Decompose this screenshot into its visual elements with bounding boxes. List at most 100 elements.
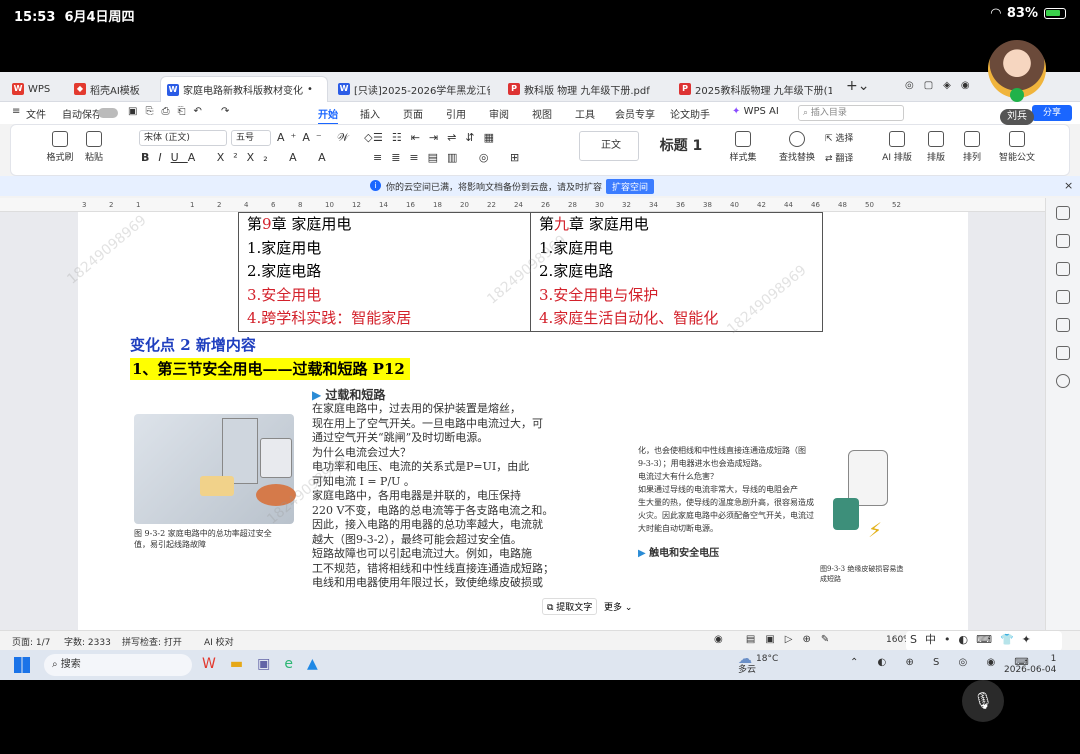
cloud-icon: ☁ xyxy=(738,651,752,667)
select-icon[interactable] xyxy=(1056,262,1070,276)
pen-icon[interactable] xyxy=(1056,234,1070,248)
ime-toolbar[interactable]: S中•◐⌨👕✦ xyxy=(906,631,1062,651)
ruler-number: 36 xyxy=(676,201,685,209)
chapter-prefix: 第 xyxy=(539,215,555,233)
translate-button[interactable]: ⇄ 翻译 xyxy=(825,151,853,164)
layout-button[interactable]: 排版 xyxy=(921,131,951,163)
notice-text: 你的云空间已满，将影响文档备份到云盘，请及时扩容 xyxy=(386,183,603,193)
taskbar-search-input[interactable]: ⌕ 搜索 xyxy=(44,654,192,676)
more-button[interactable]: 更多 ⌄ xyxy=(604,600,632,613)
ruler-number: 2 xyxy=(217,201,222,209)
menu-file[interactable]: 文件 xyxy=(26,106,46,121)
chapter-number: 九 xyxy=(554,215,570,233)
wps-ai-label: WPS AI xyxy=(743,106,779,117)
close-icon[interactable]: • xyxy=(307,84,313,95)
menu-wps-ai[interactable]: ✦ WPS AI xyxy=(732,106,779,117)
textbook-scan-right: 化，也会使相线和中性线直接连通造成短路（图 9-3-3）；用电器进水也会造成短路。… xyxy=(638,444,828,559)
weather-desc: 多云 xyxy=(738,665,757,675)
battery-text: 83% xyxy=(1006,6,1038,21)
right-text-line: 化，也会使相线和中性线直接连通造成短路（图 xyxy=(638,446,806,455)
tab-label: [只读]2025-2026学年黑龙江省哈尔 xyxy=(354,85,490,97)
status-time: 15:53 6月4日周四 xyxy=(14,10,135,25)
hamburger-icon[interactable]: ≡ xyxy=(12,106,20,117)
menu-insert[interactable]: 插入 xyxy=(360,106,380,121)
tab-active-doc[interactable]: W 家庭电路新教科版教材变化 • xyxy=(160,76,328,102)
tab-pdf-1[interactable]: P 教科版 物理 九年级下册.pdf xyxy=(502,76,667,102)
ruler-number: 46 xyxy=(811,201,820,209)
extract-text-button[interactable]: ⧉ 提取文字 xyxy=(542,598,598,615)
paragraph-buttons[interactable]: ☰☷⇤⇥⇌⇵▦ xyxy=(373,131,503,144)
right-text-line: 生大量的热，使导线的温度急剧升高，很容易造成 xyxy=(638,498,814,507)
scan-text-line: 工不规范，错将相线和中性线直接连通造成短路； xyxy=(312,561,554,575)
ruler-number: 48 xyxy=(838,201,847,209)
text-format-buttons[interactable]: BIUA X²X₂ A A xyxy=(141,151,335,164)
menu-bar: ≡ 文件 自动保存 ▣⎘⎙⎗↶ ↷ 开始 插入 页面 引用 审阅 视图 工具 会… xyxy=(0,102,1080,125)
new-item: 2.家庭电路 xyxy=(539,262,614,280)
weather-widget[interactable]: ☁ 18°C 多云 xyxy=(738,651,778,676)
word-doc-icon: W xyxy=(338,83,350,95)
menu-view[interactable]: 视图 xyxy=(532,106,552,121)
ipad-status-bar: 15:53 6月4日周四 ◠ 83% xyxy=(0,0,1080,30)
ai-layout-button[interactable]: AI 排版 xyxy=(879,131,915,163)
shirt-icon[interactable] xyxy=(1056,346,1070,360)
autosave-toggle[interactable] xyxy=(98,108,118,118)
format-painter-label: 格式刷 xyxy=(46,153,74,163)
paste-button[interactable]: 粘贴 xyxy=(79,131,109,163)
right-text-line: 如果通过导线的电流非常大，导线的电阻会产 xyxy=(638,485,798,494)
arrange-button[interactable]: 排列 xyxy=(957,131,987,163)
taskbar-apps[interactable]: W▬▣e▲ xyxy=(202,656,332,672)
help-icon[interactable] xyxy=(1056,374,1070,388)
tab-template[interactable]: ◆ 稻壳AI模板 xyxy=(68,76,156,102)
taskbar-clock[interactable]: 1 2026-06-04 xyxy=(1004,654,1056,676)
style-set-button[interactable]: 样式集 xyxy=(725,131,761,163)
close-icon[interactable]: × xyxy=(1064,179,1073,192)
info-icon: i xyxy=(370,180,381,191)
smart-doc-button[interactable]: 智能公文 xyxy=(997,131,1037,163)
tools-icon[interactable] xyxy=(1056,290,1070,304)
view-mode-icons[interactable]: ◉ ▤▣▷⊕✎ xyxy=(714,634,839,645)
tab-wps[interactable]: W WPS xyxy=(6,76,64,102)
arrange-label: 排列 xyxy=(962,153,981,163)
menu-review[interactable]: 审阅 xyxy=(489,106,509,121)
cloud-notice-bar: i 你的云空间已满，将影响文档备份到云盘，请及时扩容 扩容空间 × xyxy=(0,176,1080,196)
quick-access-icons[interactable]: ▣⎘⎙⎗↶ ↷ xyxy=(128,106,237,117)
font-size-buttons[interactable]: A⁺A⁻ 𝒲 ◇ xyxy=(277,131,379,145)
menu-home[interactable]: 开始 xyxy=(318,106,338,125)
tab-bar: W WPS ◆ 稻壳AI模板 W 家庭电路新教科版教材变化 • W [只读]2025-20… xyxy=(0,72,1080,102)
search-input[interactable]: ⌕ 插入目录 xyxy=(798,105,904,121)
tab-readonly-doc[interactable]: W [只读]2025-2026学年黑龙江省哈尔 xyxy=(332,76,496,102)
find-replace-button[interactable]: 查找替换 xyxy=(775,131,819,163)
page-count: 页面: 1/7 xyxy=(12,638,51,648)
style-heading-1[interactable]: 标题 1 xyxy=(643,131,715,161)
battery-icon xyxy=(1044,8,1066,19)
font-family-select[interactable]: 宋体 (正文) xyxy=(139,130,227,146)
change-point-heading: 变化点 2 新增内容 xyxy=(130,336,256,354)
ruler-number: 38 xyxy=(703,201,712,209)
ruler-number: 24 xyxy=(514,201,523,209)
ruler-number: 18 xyxy=(433,201,442,209)
menu-member[interactable]: 会员专享 xyxy=(615,106,655,121)
ai-check[interactable]: AI 校对 xyxy=(204,635,234,648)
mute-mic-button[interactable]: 🎙 xyxy=(962,680,1004,722)
new-tab-button[interactable]: +⌄ xyxy=(846,78,869,94)
status-bar: 页面: 1/7 字数: 2333 拼写检查: 打开 AI 校对 ◉ ▤▣▷⊕✎ … xyxy=(0,630,1080,651)
format-painter-button[interactable]: 格式刷 xyxy=(45,131,75,163)
settings-icon[interactable] xyxy=(1056,206,1070,220)
windows-start-icon[interactable] xyxy=(14,657,30,673)
spell-check[interactable]: 拼写检查: 打开 xyxy=(122,635,182,648)
tab-pdf-2[interactable]: P 2025教科版物理 九年级下册(1).pdf xyxy=(673,76,838,102)
menu-page[interactable]: 页面 xyxy=(403,106,423,121)
ruler-number: 2 xyxy=(109,201,114,209)
extract-icon: ⧉ xyxy=(547,603,557,613)
menu-paper[interactable]: 论文助手 xyxy=(670,106,710,121)
expand-space-button[interactable]: 扩容空间 xyxy=(606,179,655,194)
search-icon: ⌕ xyxy=(52,659,61,670)
menu-tools[interactable]: 工具 xyxy=(575,106,595,121)
font-size-select[interactable]: 五号 xyxy=(231,130,271,146)
alignment-buttons[interactable]: ≡≣≡▤▥ ◎ ⊞ xyxy=(373,151,528,164)
share-button[interactable]: 分享 xyxy=(1032,105,1072,121)
page-icon[interactable] xyxy=(1056,318,1070,332)
style-normal[interactable]: 正文 xyxy=(579,131,639,161)
menu-references[interactable]: 引用 xyxy=(446,106,466,121)
select-button[interactable]: ⇱ 选择 xyxy=(825,131,853,144)
